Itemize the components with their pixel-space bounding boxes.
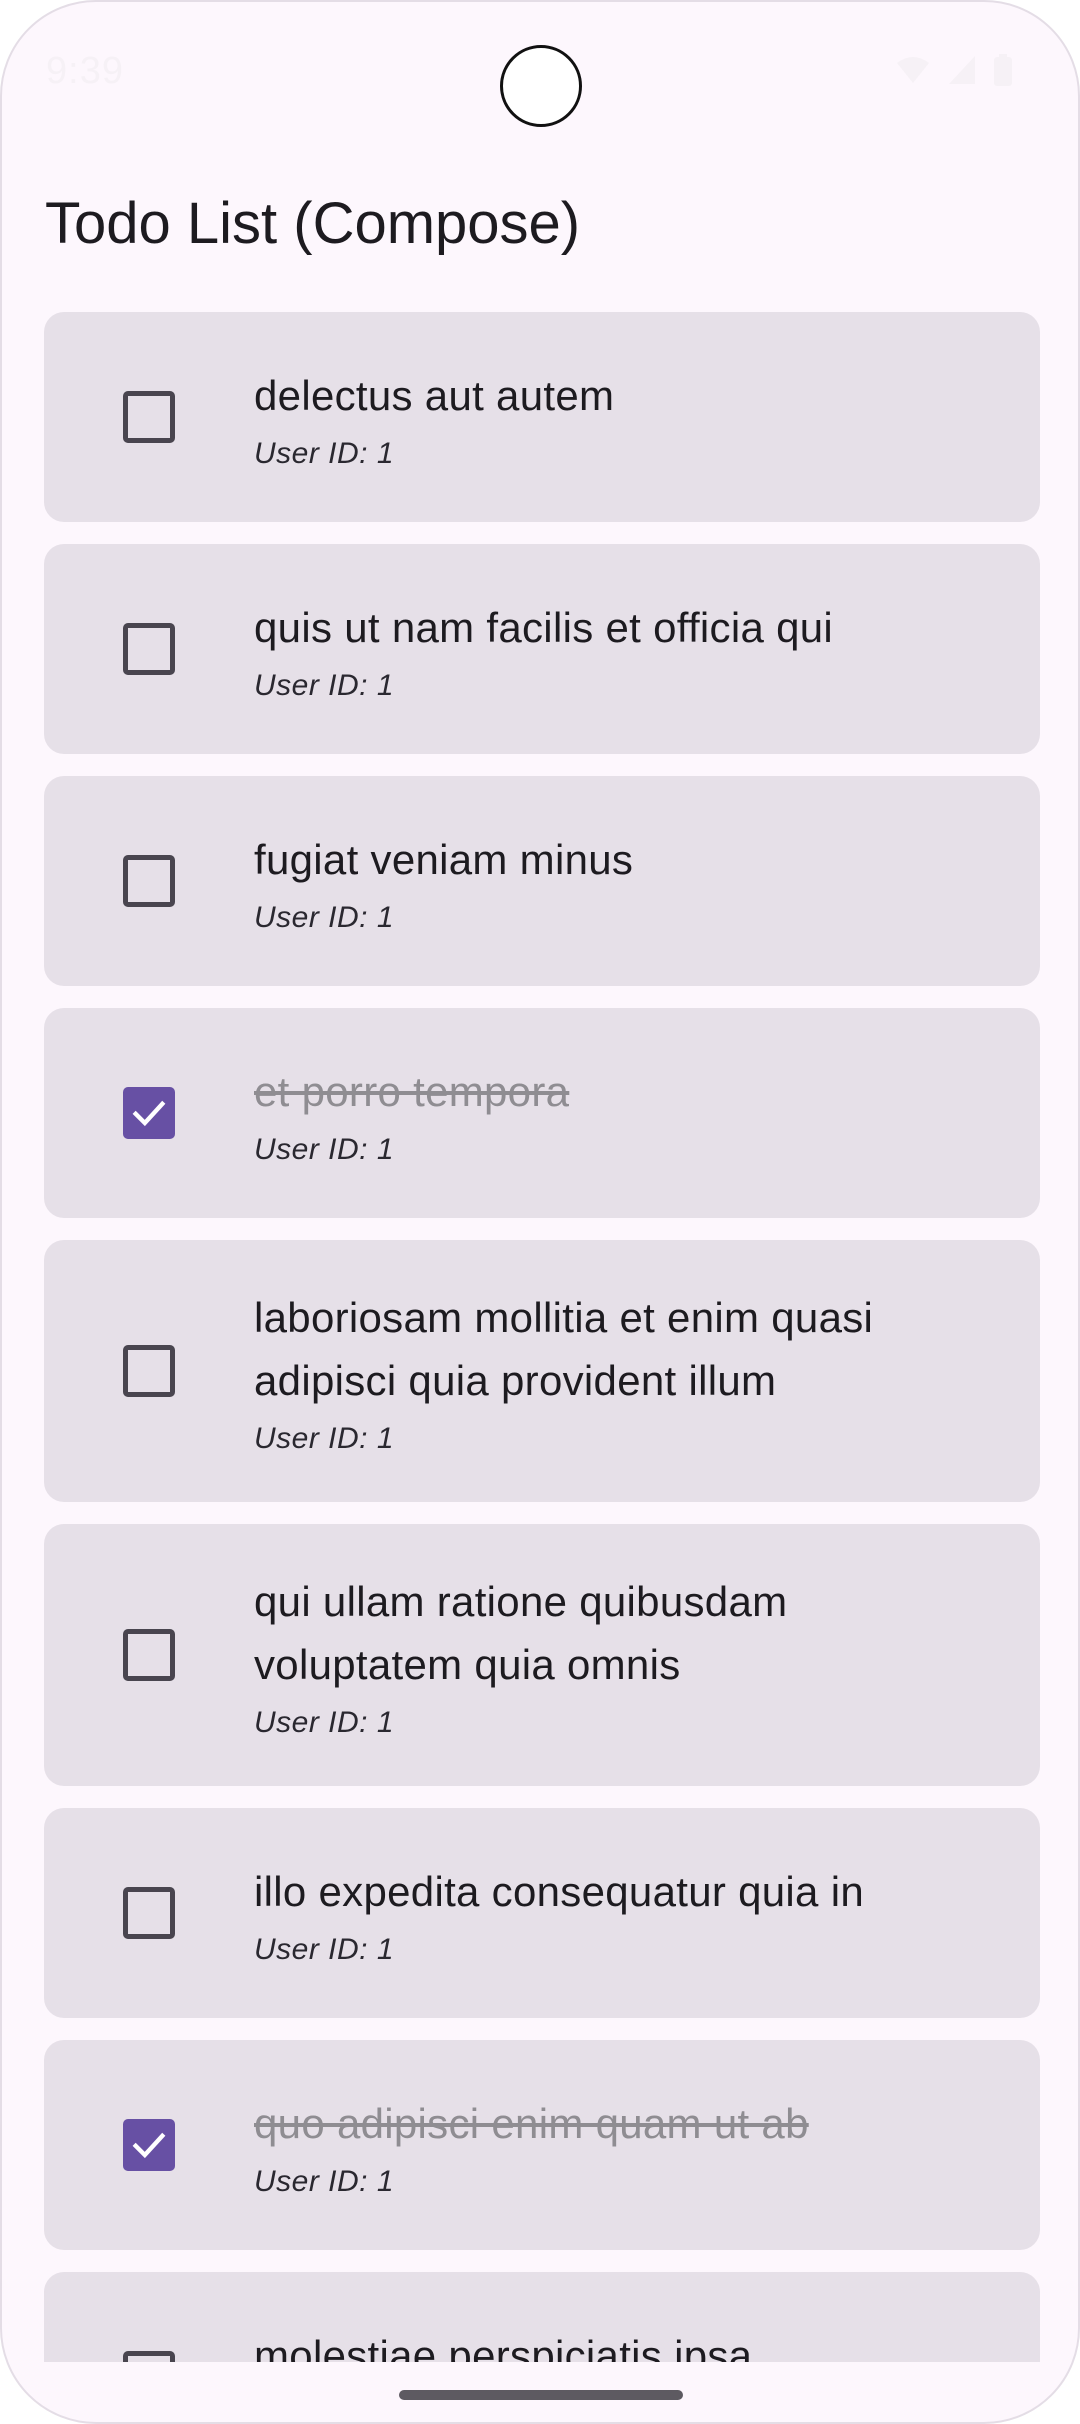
todo-checkbox[interactable] [123, 1887, 175, 1939]
check-icon [132, 2132, 166, 2159]
todo-checkbox[interactable] [123, 855, 175, 907]
todo-text: laboriosam mollitia et enim quasi adipis… [254, 1286, 1040, 1456]
todo-checkbox[interactable] [123, 2119, 175, 2171]
todo-title: qui ullam ratione quibusdam voluptatem q… [254, 1578, 788, 1688]
todo-text: qui ullam ratione quibusdam voluptatem q… [254, 1570, 1040, 1740]
todo-text: delectus aut autem User ID: 1 [254, 364, 1040, 471]
todo-item[interactable]: qui ullam ratione quibusdam voluptatem q… [44, 1524, 1040, 1786]
todo-user-id: User ID: 1 [254, 668, 395, 702]
todo-user-id: User ID: 1 [254, 1932, 395, 1966]
checkbox-container [44, 1087, 254, 1139]
todo-text: et porro tempora User ID: 1 [254, 1060, 1040, 1167]
todo-title: illo expedita consequatur quia in [254, 1867, 864, 1915]
todo-text: illo expedita consequatur quia in User I… [254, 1860, 1040, 1967]
todo-user-id: User ID: 1 [254, 1706, 395, 1739]
todo-item[interactable]: illo expedita consequatur quia in User I… [44, 1808, 1040, 2018]
battery-icon [994, 54, 1012, 86]
todo-item[interactable]: quo adipisci enim quam ut ab User ID: 1 [44, 2040, 1040, 2250]
cell-signal-icon [948, 55, 976, 85]
checkbox-container [44, 2119, 254, 2171]
check-icon [132, 1100, 166, 1127]
todo-list[interactable]: delectus aut autem User ID: 1 quis ut na… [44, 312, 1040, 2362]
todo-item[interactable]: delectus aut autem User ID: 1 [44, 312, 1040, 522]
checkbox-container [44, 623, 254, 675]
checkbox-container [44, 855, 254, 907]
todo-user-id: User ID: 1 [254, 1132, 395, 1166]
todo-title: molestiae perspiciatis ipsa [254, 2331, 753, 2363]
todo-text: quo adipisci enim quam ut ab User ID: 1 [254, 2092, 1040, 2199]
todo-title: delectus aut autem [254, 371, 615, 419]
todo-checkbox[interactable] [123, 1345, 175, 1397]
status-icons [896, 54, 1012, 86]
page-title: Todo List (Compose) [45, 191, 581, 256]
todo-item[interactable]: fugiat veniam minus User ID: 1 [44, 776, 1040, 986]
todo-checkbox[interactable] [123, 2351, 175, 2362]
todo-user-id: User ID: 1 [254, 2164, 395, 2198]
todo-user-id: User ID: 1 [254, 436, 395, 470]
todo-text: quis ut nam facilis et officia qui User … [254, 596, 1040, 703]
todo-user-id: User ID: 1 [254, 1422, 395, 1455]
todo-text: fugiat veniam minus User ID: 1 [254, 828, 1040, 935]
status-bar: 9:39 [2, 2, 1078, 142]
todo-item[interactable]: laboriosam mollitia et enim quasi adipis… [44, 1240, 1040, 1502]
wifi-icon [896, 56, 930, 84]
phone-screen: 9:39 Todo List (Compose) delectus aut au… [0, 0, 1080, 2424]
checkbox-container [44, 391, 254, 443]
todo-checkbox[interactable] [123, 1087, 175, 1139]
checkbox-container [44, 1887, 254, 1939]
todo-title: quo adipisci enim quam ut ab [254, 2099, 809, 2147]
todo-text: molestiae perspiciatis ipsa User ID: 1 [254, 2324, 1040, 2363]
todo-item[interactable]: quis ut nam facilis et officia qui User … [44, 544, 1040, 754]
todo-checkbox[interactable] [123, 391, 175, 443]
todo-item[interactable]: molestiae perspiciatis ipsa User ID: 1 [44, 2272, 1040, 2362]
status-time: 9:39 [46, 50, 124, 92]
todo-title: et porro tempora [254, 1067, 570, 1115]
todo-title: fugiat veniam minus [254, 835, 634, 883]
todo-title: laboriosam mollitia et enim quasi adipis… [254, 1294, 874, 1404]
checkbox-container [44, 1629, 254, 1681]
todo-title: quis ut nam facilis et officia qui [254, 603, 834, 651]
checkbox-container [44, 2351, 254, 2362]
todo-item[interactable]: et porro tempora User ID: 1 [44, 1008, 1040, 1218]
front-camera [500, 45, 582, 127]
gesture-navigation-bar[interactable] [399, 2390, 683, 2400]
checkbox-container [44, 1345, 254, 1397]
todo-checkbox[interactable] [123, 623, 175, 675]
todo-checkbox[interactable] [123, 1629, 175, 1681]
todo-user-id: User ID: 1 [254, 900, 395, 934]
